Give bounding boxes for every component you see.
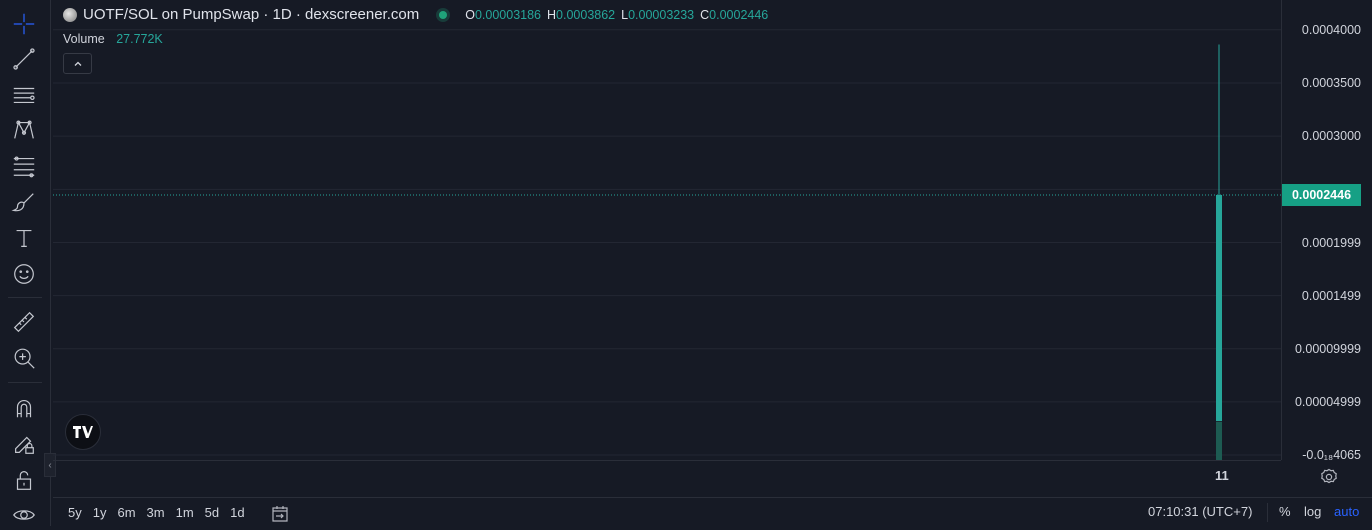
- brush-icon[interactable]: [9, 187, 39, 217]
- range-5d-button[interactable]: 5d: [205, 505, 219, 520]
- chart-settings-button[interactable]: [1318, 466, 1340, 488]
- price-tick-label: -0.0₁₈4065: [1302, 448, 1361, 462]
- trend-line-icon[interactable]: [9, 44, 39, 74]
- ohlc-close-value: 0.0002446: [709, 7, 769, 22]
- ohlc-high-value: 0.0003862: [556, 7, 616, 22]
- range-5y-button[interactable]: 5y: [68, 505, 82, 520]
- toolbar-divider: [8, 382, 42, 383]
- ruler-icon[interactable]: [9, 307, 39, 337]
- legend-collapse-button[interactable]: [63, 53, 92, 74]
- lock-pencil-icon[interactable]: [9, 429, 39, 459]
- ohlc-open-value: 0.00003186: [474, 7, 542, 22]
- price-axis[interactable]: 0.0004000 0.0003500 0.0003000 0.0001999 0.00…: [1281, 0, 1372, 462]
- price-tick-label: 0.0004000: [1301, 22, 1361, 37]
- range-1m-button[interactable]: 1m: [176, 505, 194, 520]
- go-to-date-button[interactable]: [269, 502, 291, 524]
- bottom-toolbar: 5y 1y 6m 3m 1m 5d 1d 07:10:31 (UTC+7) % …: [53, 497, 1372, 527]
- range-6m-button[interactable]: 6m: [117, 505, 135, 520]
- text-icon[interactable]: [9, 223, 39, 253]
- volume-legend: Volume 27.772K: [63, 32, 163, 46]
- price-tick-label: 0.0003000: [1301, 129, 1361, 144]
- gear-icon: [1321, 468, 1337, 484]
- volume-value: 27.772K: [116, 32, 163, 46]
- horizontal-lines-icon[interactable]: [9, 80, 39, 110]
- chart-legend: UOTF/SOL on PumpSwap · 1D · dexscreener.…: [63, 6, 774, 23]
- price-tick-label: 0.0003500: [1301, 75, 1361, 90]
- ohlc-low-label: L: [621, 7, 629, 22]
- range-1y-button[interactable]: 1y: [93, 505, 107, 520]
- candle-body[interactable]: [1216, 194, 1222, 422]
- volume-label: Volume: [63, 32, 105, 46]
- percent-toggle[interactable]: %: [1279, 504, 1291, 519]
- ohlc-high-label: H: [547, 7, 557, 22]
- drawing-toolbar: [0, 0, 51, 526]
- price-tick-label: 0.00009999: [1294, 341, 1361, 356]
- ohlc-open-label: O: [465, 7, 475, 22]
- market-status-icon: [439, 10, 448, 19]
- volume-bar: [1216, 422, 1222, 460]
- crosshair-icon[interactable]: [9, 9, 39, 39]
- log-toggle[interactable]: log: [1304, 504, 1321, 519]
- price-tick-label: 0.00004999: [1294, 394, 1361, 409]
- pattern-icon[interactable]: [9, 115, 39, 145]
- fib-lines-icon[interactable]: [9, 151, 39, 181]
- chevron-up-icon: [74, 61, 81, 66]
- unlock-icon[interactable]: [9, 465, 39, 495]
- time-axis-label: 11: [1215, 468, 1229, 483]
- bottom-divider: [1267, 503, 1268, 522]
- price-tick-label: 0.0001999: [1301, 235, 1361, 250]
- range-3m-button[interactable]: 3m: [147, 505, 165, 520]
- ohlc-close-label: C: [700, 7, 710, 22]
- price-tick-label: 0.0001499: [1301, 288, 1361, 303]
- clock[interactable]: 07:10:31 (UTC+7): [1148, 504, 1252, 519]
- magnet-icon[interactable]: [9, 393, 39, 423]
- token-logo-icon: [63, 7, 77, 22]
- range-1d-button[interactable]: 1d: [230, 505, 244, 520]
- tradingview-logo-icon[interactable]: [65, 414, 101, 450]
- calendar-goto-icon: [271, 505, 288, 522]
- price-chart[interactable]: [53, 0, 1281, 460]
- current-price-tag: 0.0002446: [1282, 183, 1361, 206]
- ohlc-low-value: 0.00003233: [628, 7, 695, 22]
- emoji-icon[interactable]: [9, 259, 39, 289]
- auto-toggle[interactable]: auto: [1334, 504, 1359, 519]
- toolbar-divider: [8, 297, 42, 298]
- symbol-title[interactable]: UOTF/SOL on PumpSwap · 1D · dexscreener.…: [83, 6, 419, 23]
- zoom-in-icon[interactable]: [9, 343, 39, 373]
- time-axis[interactable]: 11: [53, 460, 1281, 489]
